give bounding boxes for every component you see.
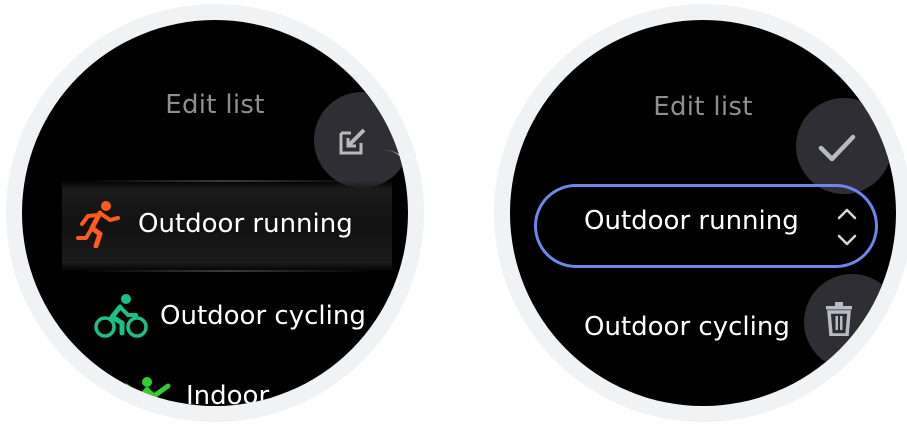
delete-button[interactable] [804, 274, 896, 370]
list-item-label: Outdoor cycling [584, 312, 790, 342]
list-item-label: Outdoor running [138, 209, 353, 239]
list-item[interactable]: Outdoor running [72, 200, 353, 248]
list-item[interactable]: Indoor [120, 372, 269, 406]
watch-face-right: Edit list Outdoor running Outdoor cyclin… [510, 20, 896, 406]
watch-right: Edit list Outdoor running Outdoor cyclin… [494, 4, 907, 422]
trash-icon [826, 302, 852, 336]
list-item-label: Outdoor cycling [160, 301, 366, 331]
running-icon [72, 200, 126, 248]
watch-face-left: Edit list Outdoor running Outdoor cyclin… [22, 20, 408, 406]
selected-item-label: Outdoor running [584, 206, 799, 236]
reorder-icon[interactable] [836, 206, 858, 248]
cycling-icon [94, 292, 148, 340]
list-item[interactable]: Outdoor cycling [94, 292, 366, 340]
indoor-workout-icon [120, 372, 174, 406]
scrollbar[interactable] [384, 150, 408, 300]
edit-icon [339, 128, 366, 155]
list-item[interactable]: Outdoor cycling [584, 312, 790, 342]
watch-left: Edit list Outdoor running Outdoor cyclin… [6, 4, 424, 422]
selected-item-label-row: Outdoor running [584, 206, 799, 236]
check-icon [818, 134, 856, 162]
confirm-button[interactable] [796, 98, 892, 194]
list-item-label: Indoor [186, 381, 270, 406]
